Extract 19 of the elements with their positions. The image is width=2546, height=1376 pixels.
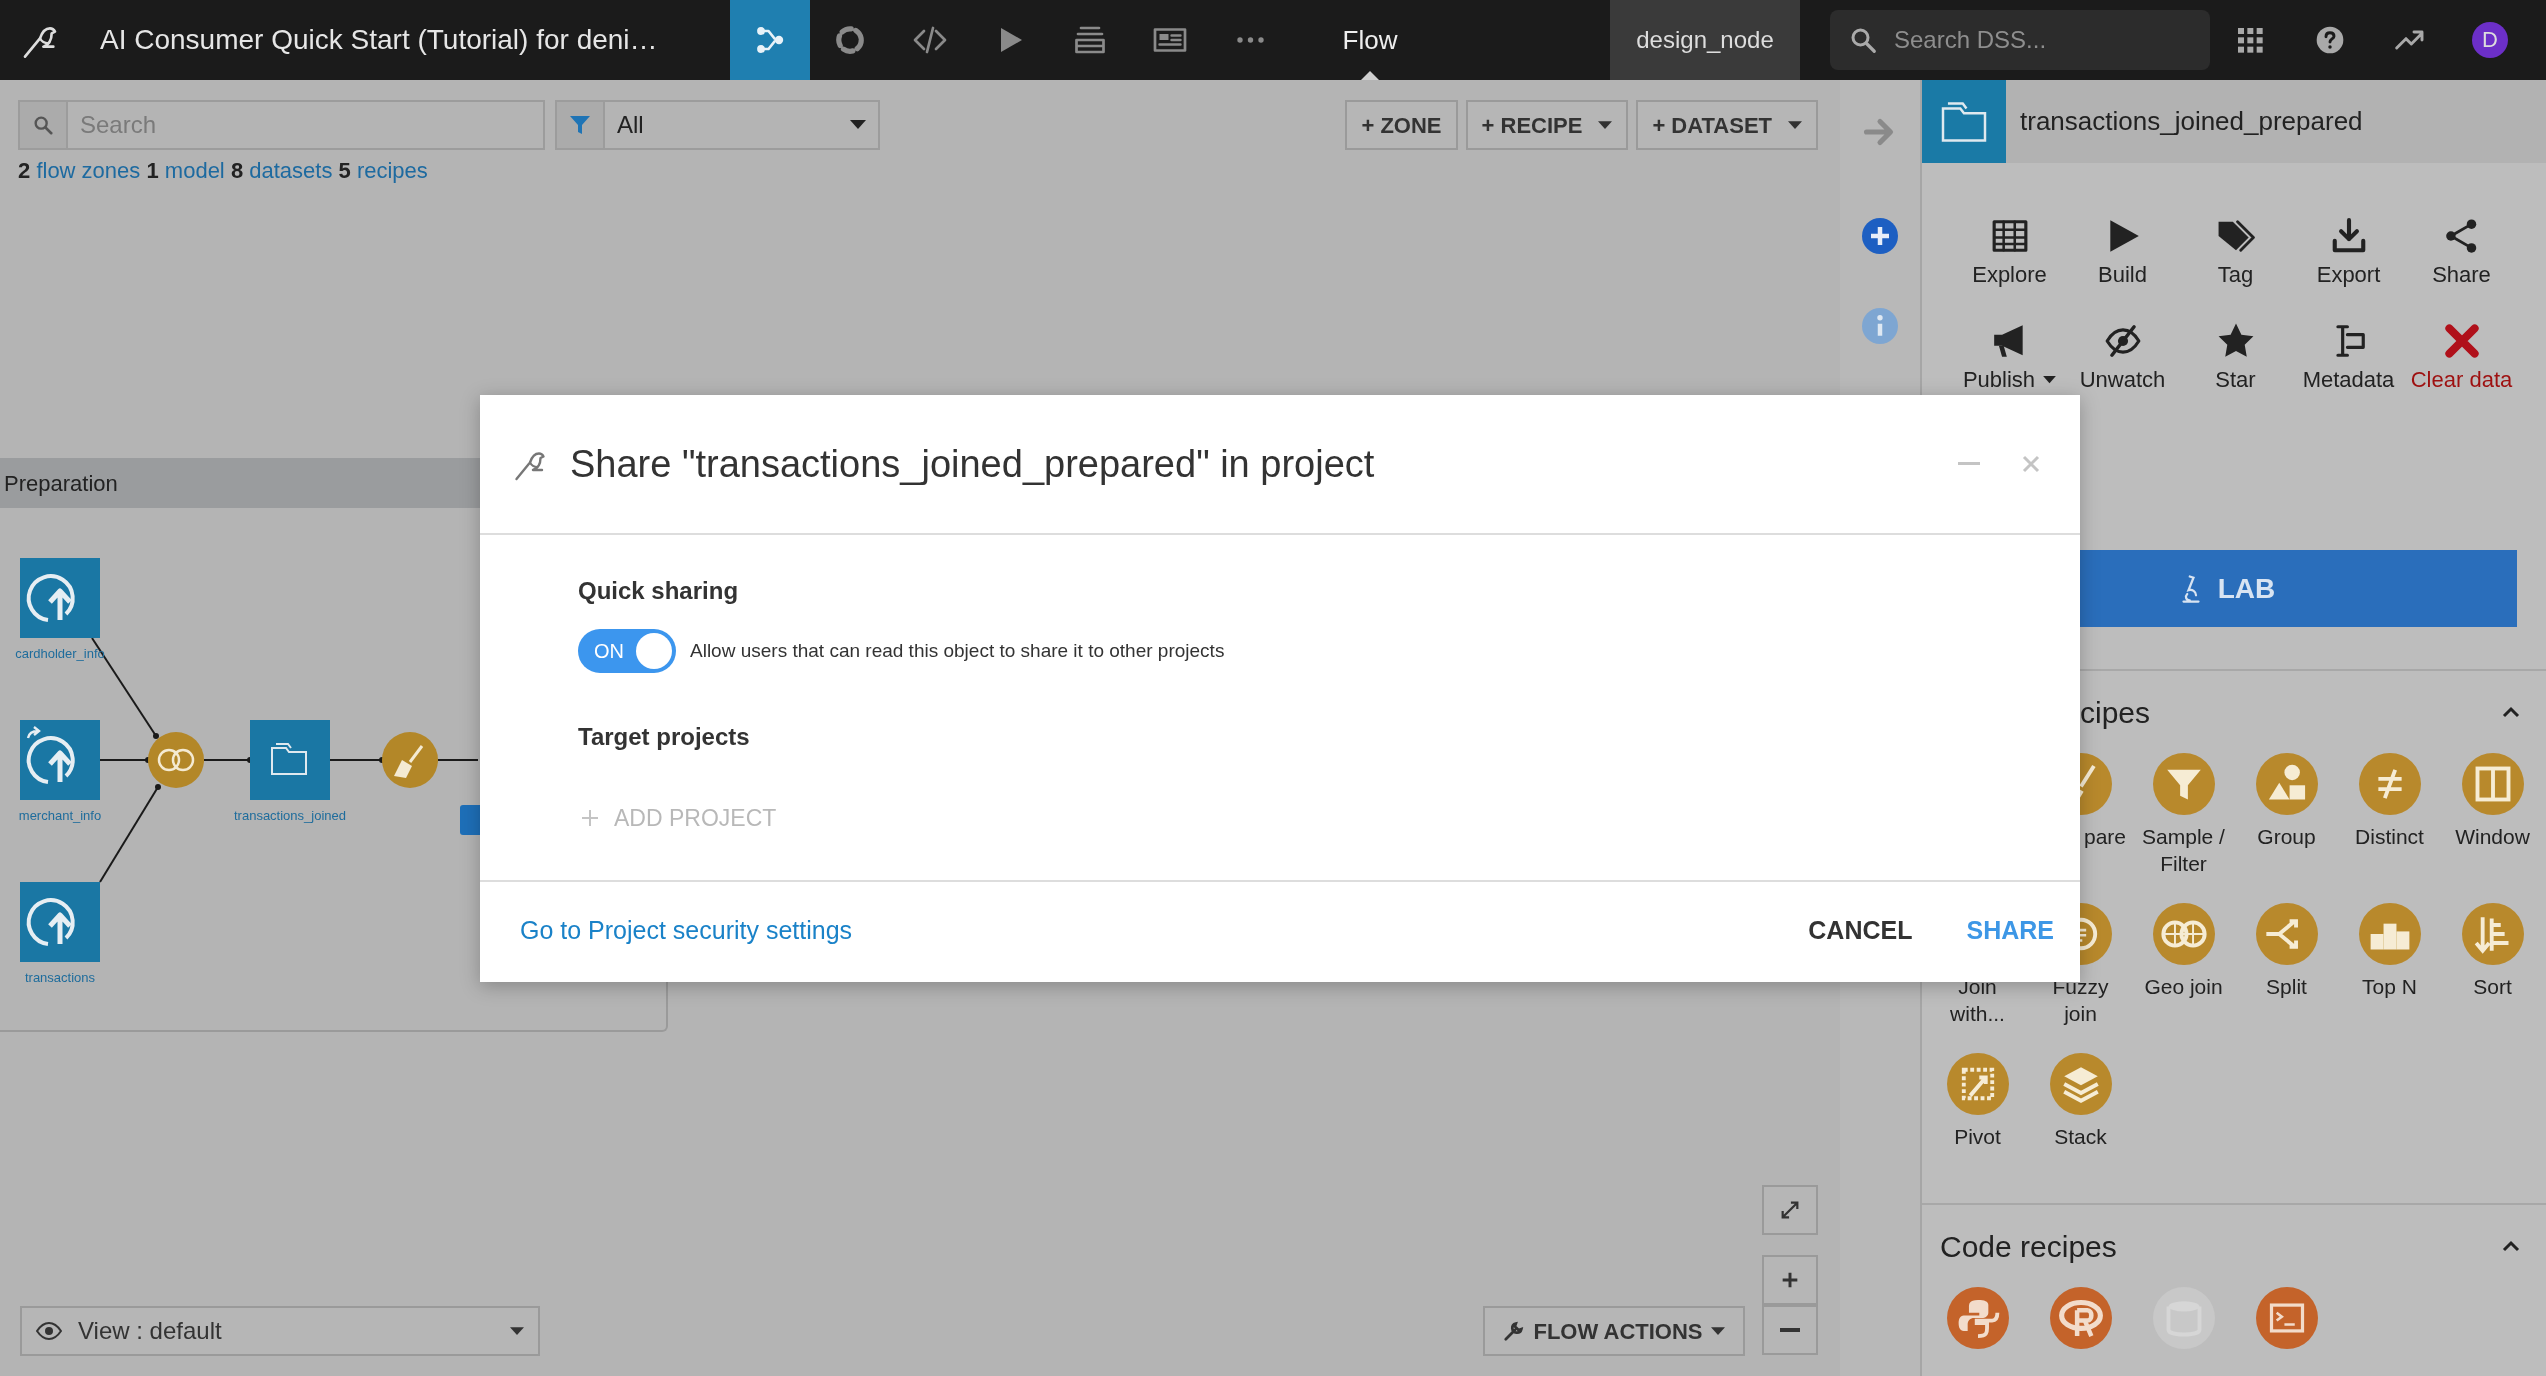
node-label: transactions	[24, 969, 96, 987]
node-label: transactions_joined	[234, 807, 346, 825]
zone-title: Preparation	[4, 469, 118, 498]
section-label: Flow	[1342, 23, 1398, 57]
section-heading: Target projects	[578, 722, 751, 752]
node-label: merchant_info	[18, 807, 102, 825]
panel-title: transactions_joined_prepared	[2019, 105, 2363, 138]
count: 5	[338, 158, 351, 183]
section-title: Code recipes	[1940, 1228, 2117, 1265]
node-name: design_node	[1610, 0, 1800, 80]
count: 2	[18, 158, 31, 183]
node-label: cardholder_info	[15, 645, 105, 663]
toggle-description: Allow users that can read this object to share it to other projects	[690, 638, 1225, 663]
project-title: AI Consumer Quick Start (Tutorial) for deni…	[100, 24, 658, 55]
section-heading: Quick sharing	[578, 576, 740, 606]
count: 1	[146, 158, 159, 183]
section-title: cipes	[2080, 694, 2151, 731]
dialog-title: Share "transactions_joined_prepared" in project	[570, 441, 1375, 487]
count: 8	[230, 158, 244, 183]
